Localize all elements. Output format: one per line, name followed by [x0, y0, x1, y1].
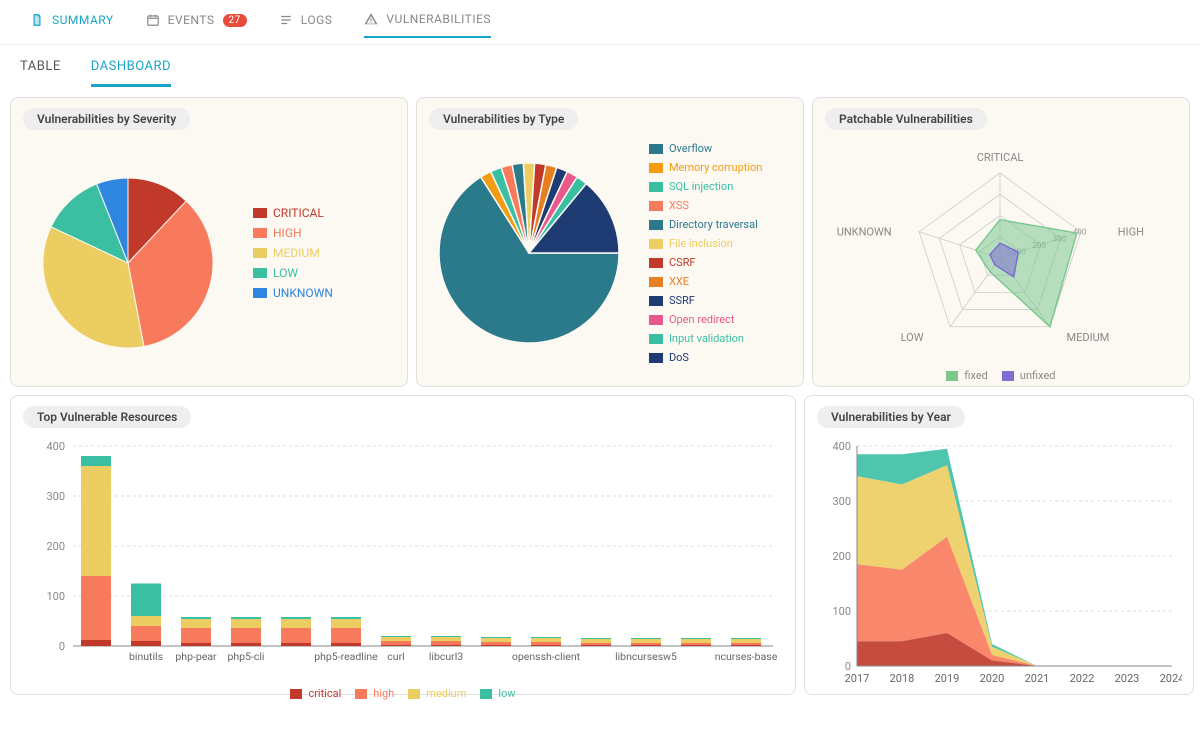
legend-item[interactable]: UNKNOWN — [253, 286, 333, 300]
tab-summary[interactable]: SUMMARY — [30, 12, 114, 38]
subtab-table[interactable]: TABLE — [20, 59, 61, 87]
legend-item[interactable]: fixed — [946, 369, 987, 382]
bar-legend: critical high medium low — [23, 687, 783, 700]
svg-text:100: 100 — [46, 590, 65, 603]
svg-text:300: 300 — [46, 490, 65, 503]
tab-label: EVENTS — [168, 13, 215, 27]
legend-item[interactable]: CSRF — [649, 256, 762, 269]
svg-text:2024: 2024 — [1160, 672, 1182, 685]
legend-item[interactable]: Directory traversal — [649, 218, 762, 231]
tab-label: SUMMARY — [52, 13, 114, 27]
legend-item[interactable]: CRITICAL — [253, 206, 333, 220]
svg-text:ncurses-base: ncurses-base — [715, 650, 778, 663]
legend-item[interactable]: SSRF — [649, 294, 762, 307]
svg-text:CRITICAL: CRITICAL — [977, 151, 1024, 164]
card-title: Vulnerabilities by Type — [429, 108, 578, 130]
legend-item[interactable]: File inclusion — [649, 237, 762, 250]
svg-text:php-pear: php-pear — [175, 650, 217, 663]
svg-text:libncursesw5: libncursesw5 — [615, 650, 677, 663]
legend-item[interactable]: XXE — [649, 275, 762, 288]
card-type: Vulnerabilities by Type Overflow Memory c… — [416, 97, 804, 387]
type-pie-chart[interactable] — [429, 153, 629, 353]
svg-text:400: 400 — [46, 440, 65, 453]
sub-tabs: TABLE DASHBOARD — [0, 45, 1200, 87]
svg-text:php5-readline: php5-readline — [314, 650, 378, 663]
card-title: Vulnerabilities by Severity — [23, 108, 190, 130]
card-title: Top Vulnerable Resources — [23, 406, 191, 428]
legend-item[interactable]: low — [480, 687, 515, 700]
tab-events[interactable]: EVENTS 27 — [146, 12, 247, 38]
svg-text:2017: 2017 — [845, 672, 870, 685]
legend-item[interactable]: medium — [408, 687, 466, 700]
tab-vulnerabilities[interactable]: VULNERABILITIES — [364, 12, 491, 38]
legend-item[interactable]: XSS — [649, 199, 762, 212]
legend-item[interactable]: high — [355, 687, 394, 700]
svg-text:2021: 2021 — [1025, 672, 1050, 685]
svg-text:2020: 2020 — [980, 672, 1005, 685]
svg-text:100: 100 — [832, 605, 851, 618]
radar-chart[interactable]: 100200300400CRITICALHIGHMEDIUMLOWUNKNOWN — [825, 138, 1175, 363]
svg-text:2019: 2019 — [935, 672, 960, 685]
svg-text:0: 0 — [59, 640, 65, 653]
warning-icon — [364, 12, 378, 26]
document-icon — [30, 13, 44, 27]
legend-item[interactable]: DoS — [649, 351, 762, 364]
card-radar: Patchable Vulnerabilities 100200300400CR… — [812, 97, 1190, 387]
tab-logs[interactable]: LOGS — [279, 12, 333, 38]
svg-text:200: 200 — [46, 540, 65, 553]
tab-label: LOGS — [301, 13, 333, 27]
legend-item[interactable]: unfixed — [1002, 369, 1056, 382]
svg-text:openssh-client: openssh-client — [512, 650, 581, 663]
svg-text:2023: 2023 — [1115, 672, 1140, 685]
svg-text:UNKNOWN: UNKNOWN — [837, 226, 892, 239]
svg-text:400: 400 — [832, 440, 851, 453]
card-resources: Top Vulnerable Resources 0 100 200 300 400 bi… — [10, 395, 796, 695]
type-legend: Overflow Memory corruption SQL injection XS… — [649, 142, 762, 364]
svg-text:2018: 2018 — [890, 672, 915, 685]
legend-item[interactable]: Input validation — [649, 332, 762, 345]
svg-text:curl: curl — [387, 650, 404, 663]
top-tabs: SUMMARY EVENTS 27 LOGS VULNERABILITIES — [0, 0, 1200, 45]
svg-text:200: 200 — [832, 550, 851, 563]
list-icon — [279, 13, 293, 27]
card-title: Patchable Vulnerabilities — [825, 108, 987, 130]
svg-text:php5-cli: php5-cli — [228, 650, 265, 663]
svg-text:LOW: LOW — [901, 331, 924, 344]
calendar-icon — [146, 13, 160, 27]
card-year: Vulnerabilities by Year 0100200300400201… — [804, 395, 1194, 695]
legend-item[interactable]: critical — [290, 687, 341, 700]
severity-legend: CRITICAL HIGH MEDIUM LOW UNKNOWN — [253, 206, 333, 300]
card-title: Vulnerabilities by Year — [817, 406, 965, 428]
legend-item[interactable]: MEDIUM — [253, 246, 333, 260]
legend-item[interactable]: SQL injection — [649, 180, 762, 193]
resources-bar-chart[interactable]: 0 100 200 300 400 binutils php-pear php5-cli php… — [23, 436, 783, 681]
svg-text:2022: 2022 — [1070, 672, 1095, 685]
severity-pie-chart[interactable] — [23, 148, 233, 358]
legend-item[interactable]: Overflow — [649, 142, 762, 155]
svg-text:MEDIUM: MEDIUM — [1066, 331, 1109, 344]
radar-legend: fixed unfixed — [825, 369, 1177, 382]
legend-item[interactable]: HIGH — [253, 226, 333, 240]
svg-text:300: 300 — [832, 495, 851, 508]
subtab-dashboard[interactable]: DASHBOARD — [91, 59, 171, 87]
card-severity: Vulnerabilities by Severity CRITICAL HIGH… — [10, 97, 408, 387]
year-area-chart[interactable]: 0100200300400201720182019202020212022202… — [817, 436, 1182, 696]
events-badge: 27 — [223, 14, 247, 27]
legend-item[interactable]: LOW — [253, 266, 333, 280]
svg-text:HIGH: HIGH — [1118, 226, 1144, 239]
legend-item[interactable]: Open redirect — [649, 313, 762, 326]
svg-text:libcurl3: libcurl3 — [429, 650, 463, 663]
dashboard: Vulnerabilities by Severity CRITICAL HIGH… — [0, 87, 1200, 705]
svg-text:binutils: binutils — [129, 650, 163, 663]
tab-label: VULNERABILITIES — [386, 12, 491, 26]
legend-item[interactable]: Memory corruption — [649, 161, 762, 174]
